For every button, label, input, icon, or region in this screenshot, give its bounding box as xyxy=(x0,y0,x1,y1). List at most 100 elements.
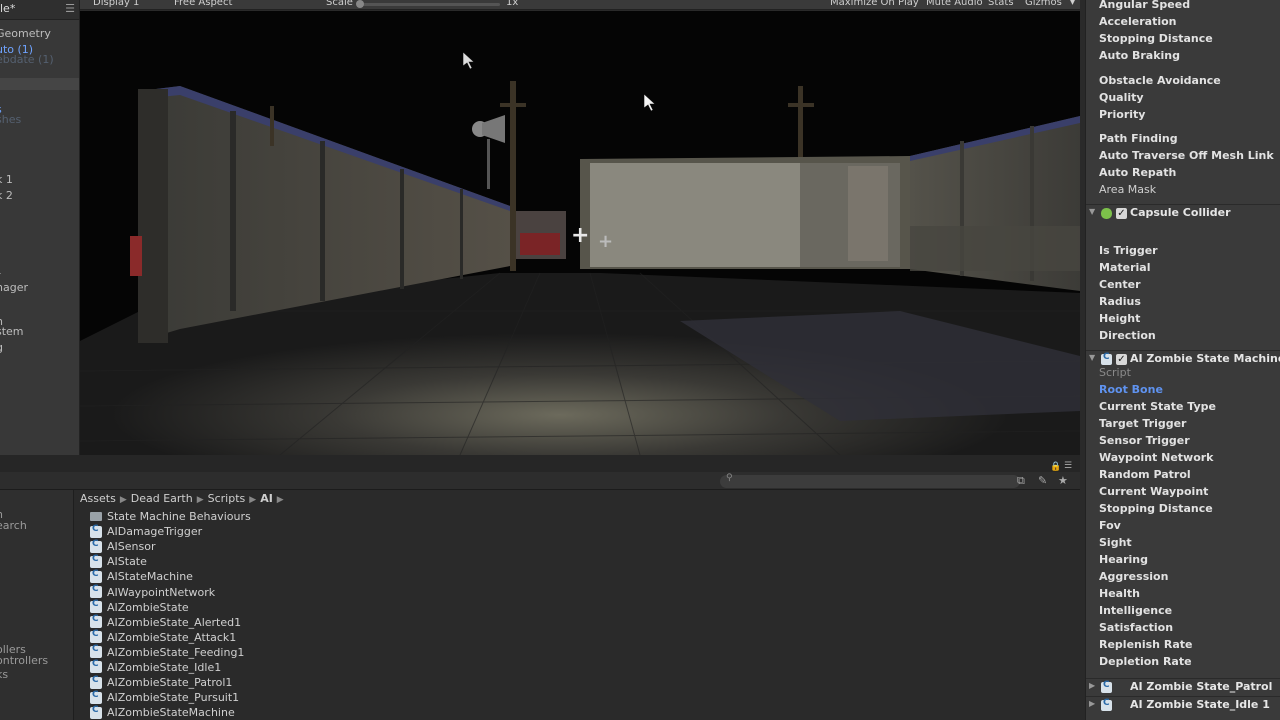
stats-toggle[interactable]: Stats xyxy=(988,0,1014,8)
hierarchy-item[interactable]: ebdate (1) xyxy=(0,54,54,66)
hierarchy-item[interactable]: k 1 xyxy=(0,174,13,186)
display-dropdown[interactable]: Display 1 xyxy=(93,0,139,8)
script-file-item[interactable]: AIWaypointNetwork xyxy=(90,584,251,599)
capsule-collider-icon xyxy=(1101,208,1112,219)
gizmos-dropdown[interactable]: Gizmos xyxy=(1025,0,1062,8)
scale-slider[interactable] xyxy=(360,3,500,6)
chevron-right-icon: ▶ xyxy=(196,495,204,505)
folder-tree-item[interactable]: ks xyxy=(0,668,8,681)
inspector-field-label: Auto Repath xyxy=(1099,166,1177,179)
gizmos-chevron-icon[interactable]: ▾ xyxy=(1070,0,1075,8)
file-name: AIStateMachine xyxy=(107,570,193,584)
project-search-input[interactable]: ⚲ xyxy=(720,473,1020,488)
inspector-field-label: Direction xyxy=(1099,329,1156,342)
script-file-item[interactable]: AIZombieState_Patrol1 xyxy=(90,675,251,690)
script-file-item[interactable]: AIZombieState_Pursuit1 xyxy=(90,690,251,705)
file-name: AIZombieState_Pursuit1 xyxy=(107,691,240,705)
zombie-state-idle-header[interactable]: ▶ AI Zombie State_Idle 1 xyxy=(1086,696,1280,714)
panel-menu-icon[interactable]: ☰ xyxy=(65,2,75,15)
component-title: AI Zombie State_Patrol xyxy=(1130,680,1273,693)
inspector-field-label: Sight xyxy=(1099,536,1132,549)
script-file-item[interactable]: AIZombieState xyxy=(90,599,251,615)
breadcrumb-item[interactable]: Dead Earth xyxy=(131,492,193,505)
inspector-field-label: Area Mask xyxy=(1099,183,1157,196)
script-file-item[interactable]: AIZombieState_Feeding1 xyxy=(90,644,251,660)
hierarchy-header: le* ☰ xyxy=(0,0,79,20)
favorite-star-icon[interactable]: ★ xyxy=(1058,474,1068,487)
inspector-field-label: Replenish Rate xyxy=(1099,638,1193,651)
hierarchy-item[interactable]: stem xyxy=(0,326,24,338)
script-icon xyxy=(90,705,102,719)
breadcrumb-item[interactable]: Scripts xyxy=(208,492,246,505)
script-file-item[interactable]: AIZombieState_Attack1 xyxy=(90,629,251,645)
crosshair-icon: + xyxy=(571,223,590,248)
script-icon xyxy=(90,554,102,568)
foldout-arrow-icon[interactable]: ▼ xyxy=(1089,353,1095,362)
inspector-field-label: Angular Speed xyxy=(1099,0,1191,11)
aspect-dropdown[interactable]: Free Aspect xyxy=(174,0,232,8)
script-icon xyxy=(90,539,102,553)
project-folder-tree: n earch ollers ontrollers ks xyxy=(0,490,74,720)
inspector-field-label: Is Trigger xyxy=(1099,244,1158,257)
script-icon xyxy=(90,584,102,599)
script-file-item[interactable]: AISensor xyxy=(90,539,251,554)
script-icon xyxy=(90,690,102,704)
chevron-right-icon: ▶ xyxy=(249,495,257,505)
script-icon xyxy=(90,599,102,614)
chevron-right-icon: ▶ xyxy=(119,495,127,505)
file-name: AIZombieStateMachine xyxy=(107,706,235,720)
filter-by-type-icon[interactable]: ⧉ xyxy=(1017,474,1025,488)
capsule-collider-header[interactable]: ▼ ✓ Capsule Collider xyxy=(1086,204,1280,222)
game-view-toolbar: Display 1 Free Aspect Scale 1x Maximize … xyxy=(80,0,1080,10)
component-enabled-checkbox[interactable]: ✓ xyxy=(1116,208,1127,219)
component-title: Capsule Collider xyxy=(1130,206,1231,219)
file-name: AIWaypointNetwork xyxy=(107,585,216,599)
component-enabled-checkbox[interactable]: ✓ xyxy=(1116,354,1127,365)
script-file-item[interactable]: AIZombieStateMachine xyxy=(90,705,251,720)
inspector-field-label: Intelligence xyxy=(1099,604,1173,617)
foldout-arrow-icon[interactable]: ▼ xyxy=(1089,207,1095,216)
hierarchy-item[interactable]: shes xyxy=(0,114,21,126)
zombie-state-patrol-header[interactable]: ▶ AI Zombie State_Patrol xyxy=(1086,678,1280,696)
script-file-item[interactable]: AIZombieState_Alerted1 xyxy=(90,614,251,630)
scale-slider-knob[interactable] xyxy=(356,0,364,8)
hierarchy-panel: le* ☰ Geometryuto (1)ebdate (1)sshesk 1k… xyxy=(0,0,80,455)
inspector-field-label: Script xyxy=(1099,366,1131,379)
foldout-arrow-icon[interactable]: ▶ xyxy=(1089,699,1095,708)
foldout-arrow-icon[interactable]: ▶ xyxy=(1089,681,1095,690)
maximize-on-play-toggle[interactable]: Maximize On Play xyxy=(830,0,919,8)
inspector-field-label: Hearing xyxy=(1099,553,1148,566)
folder-item[interactable]: State Machine Behaviours xyxy=(90,509,251,524)
script-file-item[interactable]: AIDamageTrigger xyxy=(90,524,251,539)
script-icon xyxy=(90,659,102,674)
mute-audio-toggle[interactable]: Mute Audio xyxy=(926,0,983,8)
inspector-field-label: Height xyxy=(1099,312,1141,325)
script-file-item[interactable]: AIStateMachine xyxy=(90,569,251,584)
script-icon xyxy=(90,569,102,583)
hierarchy-item[interactable]: g xyxy=(0,342,3,354)
script-icon xyxy=(90,675,102,689)
breadcrumb-item[interactable]: AI xyxy=(260,492,273,505)
folder-tree-item[interactable]: earch xyxy=(0,519,27,532)
folder-tree-item[interactable]: ontrollers xyxy=(0,654,48,667)
crosshair-icon: + xyxy=(598,231,614,252)
inspector-field-label: Sensor Trigger xyxy=(1099,434,1190,447)
inspector-field-label: Auto Braking xyxy=(1099,49,1181,62)
lock-icon[interactable]: 🔒 xyxy=(1050,462,1061,472)
script-file-item[interactable]: AIState xyxy=(90,554,251,569)
scene-name[interactable]: le* xyxy=(0,2,15,15)
hierarchy-item[interactable]: nager xyxy=(0,282,28,294)
inspector-field-label: Material xyxy=(1099,261,1151,274)
script-icon xyxy=(1101,352,1112,365)
hierarchy-item[interactable]: k 2 xyxy=(0,190,13,202)
file-name: AISensor xyxy=(107,540,156,554)
script-icon xyxy=(90,524,102,538)
file-name: AIState xyxy=(107,555,147,569)
script-file-item[interactable]: AIZombieState_Idle1 xyxy=(90,659,251,675)
breadcrumb-item[interactable]: Assets xyxy=(80,492,116,505)
hierarchy-item[interactable]: Geometry xyxy=(0,28,51,40)
filter-by-label-icon[interactable]: ✎ xyxy=(1038,474,1047,487)
game-view[interactable]: + + xyxy=(80,11,1080,455)
script-icon xyxy=(90,644,102,659)
panel-menu-icon[interactable]: ☰ xyxy=(1064,461,1072,471)
